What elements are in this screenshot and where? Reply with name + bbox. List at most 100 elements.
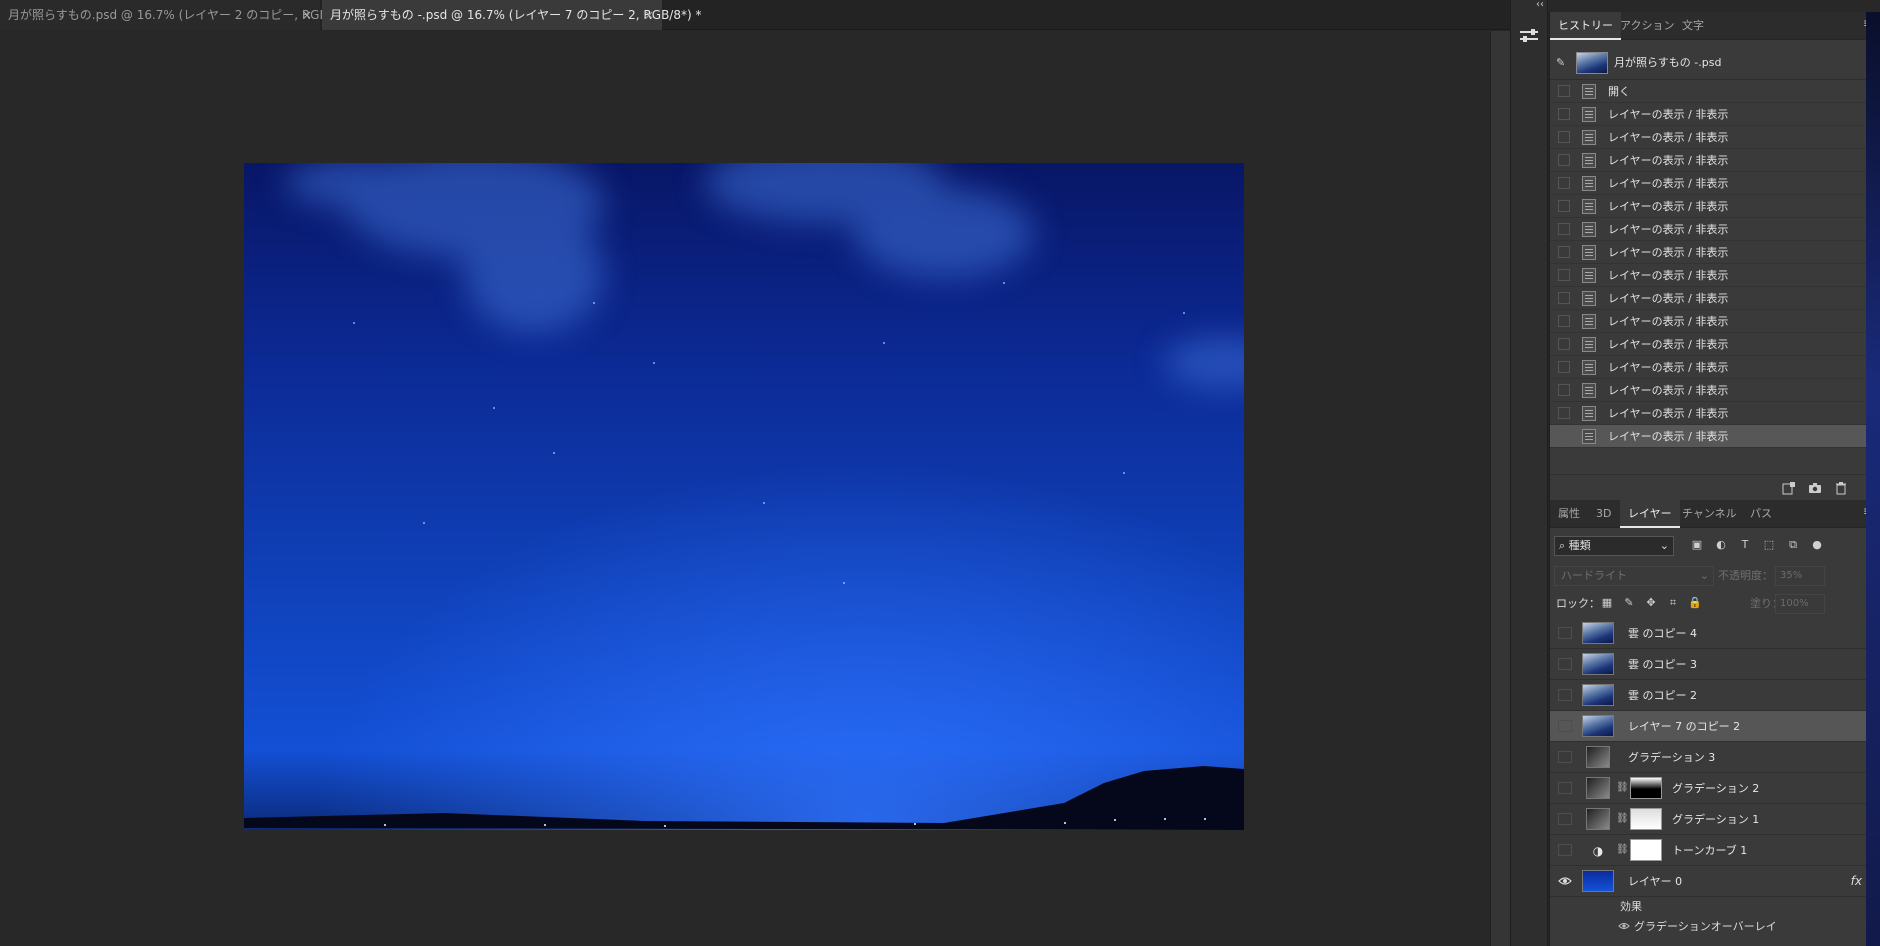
shape-layer-filter-icon[interactable]: ⬚ [1762,538,1776,552]
link-icon[interactable]: ⛓ [1616,781,1629,795]
new-document-from-state-icon[interactable] [1782,481,1796,495]
history-source-checkbox[interactable] [1558,223,1570,235]
history-source-checkbox[interactable] [1558,200,1570,212]
layer-mask-thumbnail[interactable] [1630,808,1662,830]
layer-row[interactable]: ⛓ グラデーション 1 [1550,804,1870,835]
document-tab-1[interactable]: 月が照らすもの.psd @ 16.7% (レイヤー 2 のコピー, RGB/8*… [0,0,360,30]
history-source-checkbox[interactable] [1558,246,1570,258]
history-source-checkbox[interactable] [1558,430,1570,442]
history-source-checkbox[interactable] [1558,384,1570,396]
history-source-checkbox[interactable] [1558,269,1570,281]
history-item[interactable]: レイヤーの表示 / 非表示 [1550,103,1870,126]
layer-thumbnail[interactable] [1582,653,1614,675]
tab-3d[interactable]: 3D [1588,500,1619,528]
history-item[interactable]: レイヤーの表示 / 非表示 [1550,149,1870,172]
visibility-toggle[interactable] [1558,751,1572,763]
tab-character[interactable]: 文字 [1674,12,1712,40]
history-source-checkbox[interactable] [1558,315,1570,327]
layer-row[interactable]: ⛓ グラデーション 2 [1550,773,1870,804]
camera-snapshot-icon[interactable] [1808,481,1822,495]
close-icon[interactable]: × [302,0,312,30]
eye-icon[interactable] [1558,875,1572,887]
visibility-toggle[interactable] [1558,720,1572,732]
opacity-input[interactable]: 35% [1775,566,1825,586]
blend-mode-select[interactable]: ハードライト ⌄ [1554,566,1714,586]
history-item[interactable]: レイヤーの表示 / 非表示 [1550,379,1870,402]
fill-input[interactable]: 100% [1775,594,1825,614]
canvas-vertical-scrollbar[interactable] [1490,31,1510,946]
history-item[interactable]: レイヤーの表示 / 非表示 [1550,264,1870,287]
trash-icon[interactable] [1834,481,1848,495]
collapse-panels-icon[interactable]: ‹‹ [1530,0,1550,12]
history-source-checkbox[interactable] [1558,177,1570,189]
history-item[interactable]: レイヤーの表示 / 非表示 [1550,356,1870,379]
visibility-toggle[interactable] [1558,658,1572,670]
layer-thumbnail[interactable] [1586,777,1610,799]
lock-artboard-icon[interactable]: ⌗ [1666,596,1680,610]
history-source-checkbox[interactable] [1558,85,1570,97]
history-item[interactable]: レイヤーの表示 / 非表示 [1550,333,1870,356]
fx-icon[interactable]: fx [1851,866,1862,897]
layer-row[interactable]: レイヤー 7 のコピー 2 [1550,711,1870,742]
link-icon[interactable]: ⛓ [1616,812,1629,826]
history-source-checkbox[interactable] [1558,108,1570,120]
layer-thumbnail[interactable] [1586,808,1610,830]
link-icon[interactable]: ⛓ [1616,843,1629,857]
visibility-toggle[interactable] [1558,782,1572,794]
visibility-toggle[interactable] [1558,689,1572,701]
history-item[interactable]: レイヤーの表示 / 非表示 [1550,425,1870,448]
layer-row[interactable]: レイヤー 0 fx [1550,866,1870,897]
eye-icon[interactable] [1618,921,1630,934]
history-source-checkbox[interactable] [1558,154,1570,166]
lock-image-pixels-icon[interactable]: ✎ [1622,596,1636,610]
layer-thumbnail[interactable] [1582,622,1614,644]
type-layer-filter-icon[interactable]: T [1738,538,1752,552]
adjustments-panel-icon[interactable] [1516,24,1542,48]
lock-position-icon[interactable]: ✥ [1644,596,1658,610]
close-icon[interactable]: × [644,0,654,30]
layer-thumbnail[interactable] [1582,870,1614,892]
history-item[interactable]: 開く [1550,80,1870,103]
layer-row[interactable]: 雲 のコピー 3 [1550,649,1870,680]
history-source-checkbox[interactable] [1558,131,1570,143]
adjustment-layer-filter-icon[interactable]: ◐ [1714,538,1728,552]
layer-thumbnail[interactable]: ◑ [1586,839,1610,861]
layer-row[interactable]: 雲 のコピー 4 [1550,618,1870,649]
layer-filter-select[interactable]: ⌕ 種類 ⌄ [1554,536,1674,556]
smart-object-filter-icon[interactable]: ⧉ [1786,538,1800,552]
history-item[interactable]: レイヤーの表示 / 非表示 [1550,126,1870,149]
effects-row[interactable]: 効果 [1550,897,1870,917]
layer-mask-thumbnail[interactable] [1630,839,1662,861]
visibility-toggle[interactable] [1558,813,1572,825]
layer-thumbnail[interactable] [1582,684,1614,706]
history-source-checkbox[interactable] [1558,292,1570,304]
history-source-checkbox[interactable] [1558,407,1570,419]
history-item[interactable]: レイヤーの表示 / 非表示 [1550,195,1870,218]
layer-mask-thumbnail[interactable] [1630,777,1662,799]
pixel-layer-filter-icon[interactable]: ▣ [1690,538,1704,552]
effect-item-row[interactable]: グラデーションオーバーレイ [1550,917,1870,937]
history-item[interactable]: レイヤーの表示 / 非表示 [1550,310,1870,333]
tab-properties[interactable]: 属性 [1550,500,1588,528]
filter-toggle-icon[interactable]: ● [1810,538,1824,552]
history-item[interactable]: レイヤーの表示 / 非表示 [1550,218,1870,241]
history-brush-icon[interactable]: ✎ [1556,56,1570,70]
layer-row[interactable]: グラデーション 3 [1550,742,1870,773]
tab-history[interactable]: ヒストリー [1550,12,1621,40]
history-item[interactable]: レイヤーの表示 / 非表示 [1550,402,1870,425]
lock-all-icon[interactable]: 🔒 [1688,596,1702,610]
canvas-image[interactable] [244,163,1244,830]
lock-transparent-pixels-icon[interactable]: ▦ [1600,596,1614,610]
visibility-toggle[interactable] [1558,627,1572,639]
history-item[interactable]: レイヤーの表示 / 非表示 [1550,241,1870,264]
history-item[interactable]: レイヤーの表示 / 非表示 [1550,287,1870,310]
layer-thumbnail[interactable] [1582,715,1614,737]
history-item[interactable]: レイヤーの表示 / 非表示 [1550,172,1870,195]
layer-thumbnail[interactable] [1586,746,1610,768]
layer-row[interactable]: ◑ ⛓ トーンカーブ 1 [1550,835,1870,866]
visibility-toggle[interactable] [1558,844,1572,856]
document-tab-2[interactable]: 月が照らすもの -.psd @ 16.7% (レイヤー 7 のコピー 2, RG… [322,0,701,30]
history-source-checkbox[interactable] [1558,361,1570,373]
tab-paths[interactable]: パス [1742,500,1780,528]
history-source-checkbox[interactable] [1558,338,1570,350]
